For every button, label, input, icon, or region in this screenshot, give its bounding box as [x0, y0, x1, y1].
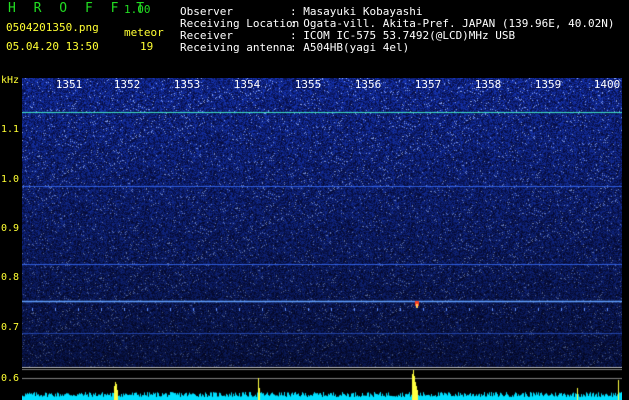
- x-tick-label: 1357: [414, 78, 442, 91]
- spectrogram: [22, 78, 622, 368]
- y-unit-label: kHz: [1, 75, 20, 86]
- x-tick-label: 1352: [113, 78, 141, 91]
- antenna-value: : A504HB(yagi 4el): [290, 41, 410, 54]
- x-tick-label: 1358: [474, 78, 502, 91]
- y-tick-label: 0.9: [1, 223, 20, 234]
- x-tick-label: 1355: [294, 78, 322, 91]
- x-tick-label: 1359: [534, 78, 562, 91]
- y-tick-label: 0.6: [1, 373, 20, 384]
- datetime-label: 05.04.20 13:50: [6, 40, 99, 53]
- signal-trace-panel: [22, 368, 622, 400]
- y-tick-label: 1.0: [1, 174, 20, 185]
- version-label: 1.00: [124, 3, 151, 16]
- meteor-label: meteor: [124, 26, 164, 39]
- filename-label: 0504201350.png: [6, 21, 99, 34]
- x-tick-label: 1400: [593, 78, 621, 91]
- meteor-count: 19: [140, 40, 154, 53]
- x-tick-label: 1356: [354, 78, 382, 91]
- antenna-label: Receiving antenna: [180, 41, 293, 54]
- y-tick-label: 0.7: [1, 322, 20, 333]
- header-panel: H R O F F T 1.00 0504201350.png meteor 0…: [0, 0, 629, 75]
- y-tick-label: 1.1: [1, 124, 20, 135]
- x-tick-label: 1353: [173, 78, 201, 91]
- x-tick-label: 1354: [233, 78, 261, 91]
- x-tick-label: 1351: [55, 78, 83, 91]
- y-tick-label: 0.8: [1, 272, 20, 283]
